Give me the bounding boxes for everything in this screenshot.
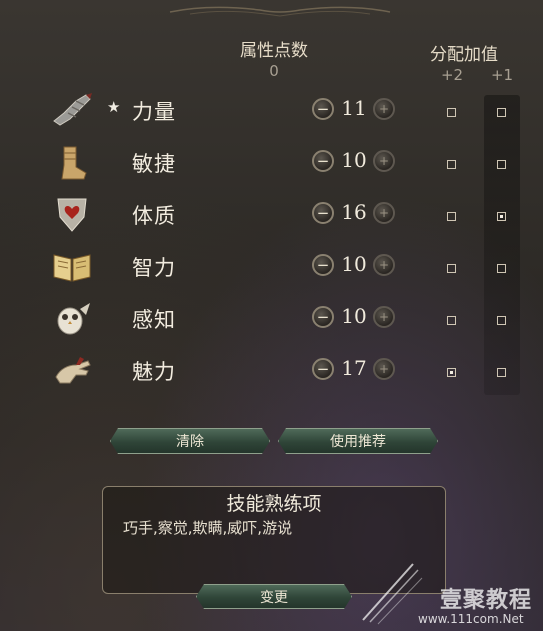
hand-icon [50,350,94,390]
bonus-plus1-checkbox[interactable] [497,316,506,325]
attribute-value: 10 [341,148,367,172]
decrease-button[interactable]: − [312,98,334,120]
attribute-name: 体质 [132,204,176,228]
owl-icon [50,298,94,338]
bonus-plus2-checkbox[interactable] [447,368,456,377]
attribute-name: 敏捷 [132,152,176,176]
increase-button[interactable]: + [373,202,395,224]
decrease-button[interactable]: − [312,150,334,172]
attribute-row: 魅力 −17 + [0,344,543,396]
bonus-plus2-checkbox[interactable] [447,108,456,117]
attribute-name: 魅力 [132,360,176,384]
increase-button[interactable]: + [373,150,395,172]
decrease-button[interactable]: − [312,254,334,276]
increase-button[interactable]: + [373,254,395,276]
bonus-plus1-label: +1 [490,66,514,84]
decrease-button[interactable]: − [312,306,334,328]
boot-icon [50,142,94,182]
attribute-row: 感知 −10 + [0,292,543,344]
attribute-row: 敏捷 −10 + [0,136,543,188]
bonus-plus2-checkbox[interactable] [447,316,456,325]
attribute-row: ★ 力量 −11 + [0,84,543,136]
bonus-plus1-checkbox[interactable] [497,368,506,377]
watermark-text: 壹聚教程 [440,588,533,613]
bonus-plus1-checkbox[interactable] [497,160,506,169]
change-button-label: 变更 [260,589,288,606]
top-ornament [169,6,391,17]
use-recommended-button-label: 使用推荐 [330,434,386,450]
clear-button-label: 清除 [176,434,204,450]
attribute-name: 智力 [132,256,176,280]
skill-proficiency-title: 技能熟练项 [226,493,322,515]
watermark-url: www.111com.Net [418,612,524,626]
attribute-value: 11 [341,96,367,120]
attribute-value: 17 [341,356,367,380]
decrease-button[interactable]: − [312,202,334,224]
attribute-value: 16 [341,200,367,224]
bonus-plus1-checkbox[interactable] [497,108,506,117]
attribute-name: 力量 [132,100,176,124]
bonus-plus2-label: +2 [440,66,464,84]
bonus-plus2-checkbox[interactable] [447,264,456,273]
attribute-value: 10 [341,304,367,328]
open-book-icon [50,246,94,286]
assign-bonus-label: 分配加值 [430,45,498,65]
primary-attribute-star-icon: ★ [107,98,121,116]
attribute-name: 感知 [132,308,176,332]
skill-proficiency-list: 巧手,察觉,欺瞒,威吓,游说 [123,519,293,537]
bonus-plus1-checkbox[interactable] [497,212,506,221]
bonus-plus1-checkbox[interactable] [497,264,506,273]
attribute-row: 智力 −10 + [0,240,543,292]
bonus-plus2-checkbox[interactable] [447,160,456,169]
ability-points-value: 0 [269,62,279,80]
gauntlet-icon [50,90,94,130]
ability-points-label: 属性点数 [240,41,308,61]
increase-button[interactable]: + [373,98,395,120]
change-button[interactable]: 变更 [196,584,352,609]
attribute-value: 10 [341,252,367,276]
bonus-plus2-checkbox[interactable] [447,212,456,221]
increase-button[interactable]: + [373,358,395,380]
increase-button[interactable]: + [373,306,395,328]
heart-shield-icon [50,194,94,234]
clear-button[interactable]: 清除 [110,428,270,454]
use-recommended-button[interactable]: 使用推荐 [278,428,438,454]
decrease-button[interactable]: − [312,358,334,380]
attribute-row: 体质 −16 + [0,188,543,240]
